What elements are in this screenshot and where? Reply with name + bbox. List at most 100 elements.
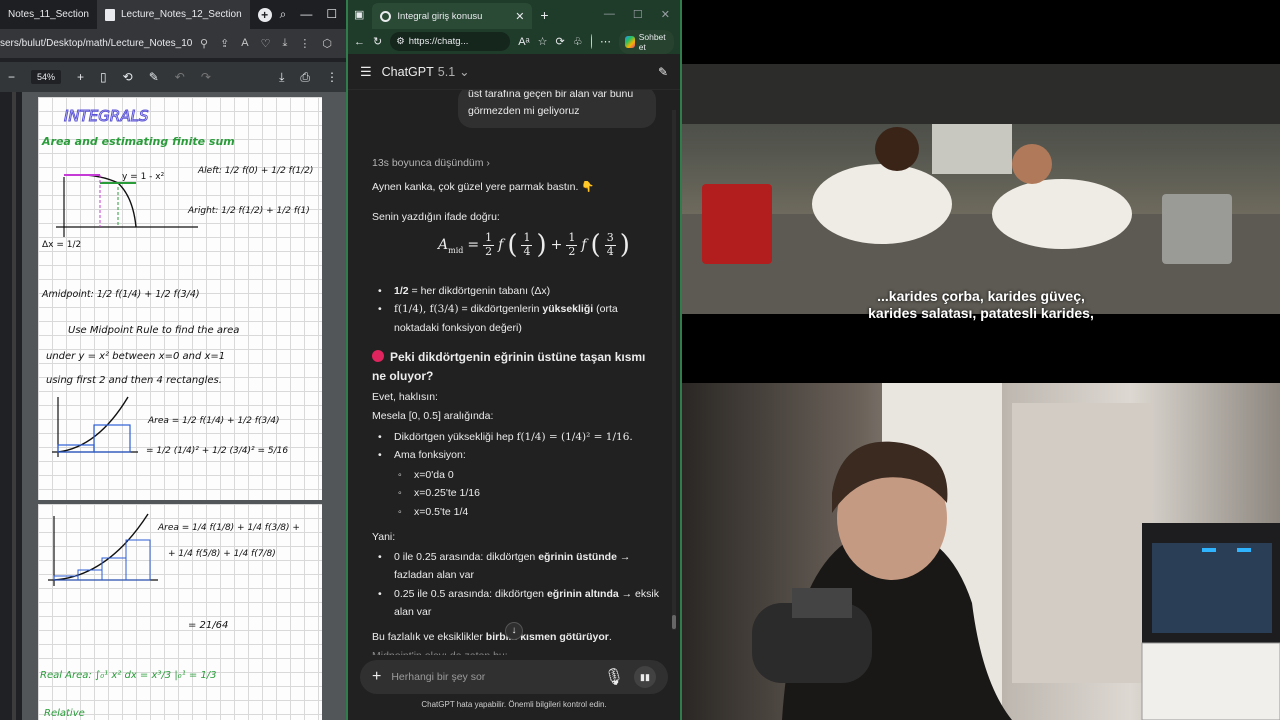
notes-line-7: Use Midpoint Rule to find the area <box>68 325 239 336</box>
pdf-url[interactable]: sers/bulut/Desktop/math/Lecture_Notes_10… <box>0 38 192 49</box>
notes-line-13: + 1/4 f(5/8) + 1/4 f(7/8) <box>168 549 276 559</box>
edge-tab-title: Integral giriş konusu <box>397 10 483 22</box>
read-aloud-icon[interactable]: A <box>241 37 248 50</box>
new-tab-button[interactable]: + <box>250 0 280 29</box>
new-chat-icon[interactable]: ✎ <box>658 65 668 79</box>
webcam-feed <box>682 383 1280 720</box>
edge-address-bar: ← ↻ ⚙ https://chatg... Aᵃ ☆ ⟳ ♧ ⋯ Sohbet… <box>348 29 680 54</box>
notes-line-12: Area = 1/4 f(1/8) + 1/4 f(3/8) + <box>157 523 300 533</box>
pdf-page-2: Area = 1/4 f(1/8) + 1/4 f(3/8) + + 1/4 f… <box>38 504 322 720</box>
pdf-page-1: INTEGRALS Area and estimating finite sum… <box>38 97 322 500</box>
microphone-icon[interactable]: 🎙 <box>604 667 624 687</box>
webcam-image <box>752 383 1280 720</box>
assistant-paragraph-7: Midpoint'in olayı da zaten bu: <box>372 647 662 655</box>
notes-line-2: y = 1 - x² <box>122 172 165 182</box>
url-field[interactable]: ⚙ https://chatg... <box>390 32 511 51</box>
sidebar-menu-icon[interactable]: ☰ <box>360 64 372 80</box>
draw-icon[interactable]: ✎ <box>149 70 159 84</box>
list-item: f(1/4), f(3/4) = dikdörtgenlerin yüksekl… <box>372 300 662 337</box>
share-icon[interactable]: ⇪ <box>220 37 229 50</box>
model-version[interactable]: 5.1 <box>438 65 455 79</box>
back-icon[interactable]: ← <box>354 36 365 48</box>
refresh-icon[interactable]: ↻ <box>373 35 382 48</box>
more-icon[interactable]: ⋮ <box>299 37 310 50</box>
disclaimer: ChatGPT hata yapabilir. Önemli bilgileri… <box>421 700 607 709</box>
zoom-icon[interactable]: ⚲ <box>200 37 208 50</box>
pdf-tab-notes-12[interactable]: Lecture_Notes_12_Section <box>96 0 250 29</box>
maximize-icon[interactable]: ☐ <box>326 7 337 22</box>
chat-scrollbar[interactable] <box>672 110 676 630</box>
attach-plus-icon[interactable]: + <box>372 668 381 686</box>
search-icon[interactable]: ⌕ <box>280 7 287 22</box>
list-item: 0.25 ile 0.5 arasında: dikdörtgen eğrini… <box>372 585 662 622</box>
download-icon[interactable]: ⤓ <box>283 37 288 50</box>
fit-page-icon[interactable]: ▯ <box>100 70 107 84</box>
more-icon[interactable]: ⋯ <box>600 35 611 48</box>
undo-icon[interactable]: ↶ <box>175 70 185 84</box>
summary-list: 0 ile 0.25 arasında: dikdörtgen eğrinin … <box>372 548 662 622</box>
edge-browser-window: ▣ Integral giriş konusu ✕ + — ☐ ✕ ← ↻ ⚙ … <box>346 0 682 720</box>
pdf-sidebar-strip <box>0 92 22 720</box>
voice-mode-button[interactable]: ▮▮ <box>634 666 656 688</box>
list-item: Dikdörtgen yüksekliği hep f(1/4) = (1/4)… <box>372 428 662 447</box>
zoom-in-button[interactable]: + <box>77 70 84 84</box>
edge-tab-chatgpt[interactable]: Integral giriş konusu ✕ <box>372 3 533 29</box>
thinking-label: 13s boyunca düşündüm <box>372 157 484 169</box>
notes-line-8: under y = x² between x=0 and x=1 <box>46 351 225 362</box>
chat-input[interactable] <box>391 671 594 683</box>
pdf-tab-bar: Notes_11_Section Lecture_Notes_12_Sectio… <box>0 0 346 29</box>
minimize-icon[interactable]: — <box>300 7 312 22</box>
extension-icon[interactable]: ⬡ <box>322 37 332 50</box>
chatgpt-header: ☰ ChatGPT 5.1 ⌄ ✎ <box>348 54 680 90</box>
model-name[interactable]: ChatGPT <box>382 65 434 79</box>
tab-actions-icon[interactable]: ▣ <box>354 8 364 21</box>
notes-line-9: using first 2 and then 4 rectangles. <box>46 375 222 386</box>
user-message-text: üst tarafına geçen bir alan var bunu gör… <box>468 90 634 117</box>
chevron-down-icon[interactable]: ⌄ <box>459 64 469 79</box>
notes-line-4: Aright: 1/2 f(1/2) + 1/2 f(1) <box>187 206 310 216</box>
save-icon[interactable]: ⤓ <box>279 70 284 85</box>
zoom-out-button[interactable]: − <box>8 70 15 84</box>
profile-avatar[interactable] <box>590 34 593 49</box>
video-player[interactable]: ...karides çorba, karides güveç, karides… <box>682 0 1280 383</box>
assistant-paragraph-4: Mesela [0, 0.5] aralığında: <box>372 410 494 422</box>
list-item: 0 ile 0.25 arasında: dikdörtgen eğrinin … <box>372 548 662 585</box>
minimize-icon[interactable]: — <box>604 8 615 21</box>
copilot-button[interactable]: Sohbet et <box>619 29 674 54</box>
favorite-icon[interactable]: ♡ <box>261 37 271 50</box>
notes-line-3: Aleft: 1/2 f(0) + 1/2 f(1/2) <box>197 166 313 176</box>
more-options-icon[interactable]: ⋮ <box>326 70 338 84</box>
handwritten-notes-page-1: INTEGRALS Area and estimating finite sum… <box>41 107 313 457</box>
notes-title: INTEGRALS <box>64 107 149 125</box>
list-item: x=0.25'te 1/16 <box>394 484 662 503</box>
composer: + 🎙 ▮▮ <box>360 660 668 694</box>
favorite-icon[interactable]: ☆ <box>538 35 548 48</box>
extensions-icon[interactable]: ⟳ <box>556 35 565 48</box>
browser-essentials-icon[interactable]: ♧ <box>573 35 583 48</box>
pdf-toolbar: − 54% + ▯ ⟲ ✎ ↶ ↷ ⤓ ⎙ ⋮ <box>0 62 346 92</box>
redo-icon[interactable]: ↷ <box>201 70 211 84</box>
plus-icon: + <box>257 7 272 22</box>
assistant-paragraph-3: Evet, haklısın: <box>372 391 438 403</box>
pdf-address-bar: sers/bulut/Desktop/math/Lecture_Notes_10… <box>0 29 346 58</box>
pdf-tab-notes-11[interactable]: Notes_11_Section <box>0 0 97 29</box>
new-tab-button[interactable]: + <box>540 7 548 23</box>
read-aloud-icon[interactable]: Aᵃ <box>518 36 529 48</box>
rotate-icon[interactable]: ⟲ <box>123 70 133 84</box>
list-item: 1/2 = her dikdörtgenin tabanı (Δx) <box>372 282 662 301</box>
desktop: Notes_11_Section Lecture_Notes_12_Sectio… <box>0 0 1280 720</box>
thinking-summary[interactable]: 13s boyunca düşündüm › <box>372 154 490 172</box>
close-tab-icon[interactable]: ✕ <box>515 10 524 23</box>
print-icon[interactable]: ⎙ <box>300 70 310 85</box>
scroll-down-button[interactable]: ↓ <box>505 622 523 640</box>
notes-line-14: = 21/64 <box>188 620 228 631</box>
pdf-tab-label: Lecture_Notes_12_Section <box>120 9 242 20</box>
maximize-icon[interactable]: ☐ <box>633 8 643 21</box>
chat-thread[interactable]: üst tarafına geçen bir alan var bunu gör… <box>348 90 680 655</box>
chevron-right-icon: › <box>486 157 490 169</box>
zoom-level[interactable]: 54% <box>31 70 62 84</box>
site-info-icon[interactable]: ⚙ <box>396 36 405 47</box>
notes-line-10: Area = 1/2 f(1/4) + 1/2 f(3/4) <box>147 416 279 426</box>
handwritten-notes-page-2: Area = 1/4 f(1/8) + 1/4 f(3/8) + + 1/4 f… <box>40 513 300 719</box>
close-icon[interactable]: ✕ <box>661 8 670 21</box>
